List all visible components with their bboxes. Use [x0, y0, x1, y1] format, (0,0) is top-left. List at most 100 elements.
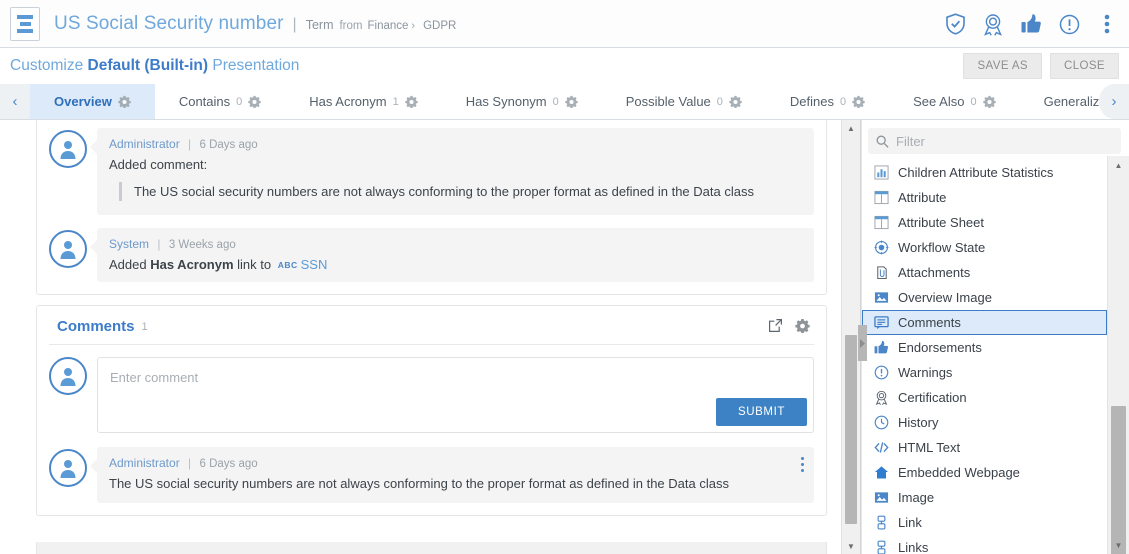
widget-item-workflow-state[interactable]: Workflow State [862, 235, 1107, 260]
title-breadcrumb-group: US Social Security number | Term from Fi… [54, 13, 456, 35]
gear-icon[interactable] [852, 95, 865, 108]
avatar [49, 357, 87, 395]
widget-item-children-attribute-statistics[interactable]: Children Attribute Statistics [862, 160, 1107, 185]
scroll-down-arrow-icon[interactable]: ▼ [842, 538, 860, 554]
panel-collapse-handle[interactable] [858, 325, 867, 361]
tab-label: Contains [179, 94, 230, 109]
tabs-prev-arrow-icon[interactable]: ‹ [0, 84, 30, 119]
widget-list-scrollbar[interactable]: ▲ ▼ [1107, 156, 1129, 554]
save-as-button[interactable]: SAVE AS [963, 53, 1042, 79]
action-relation: Has Acronym [150, 257, 233, 272]
widget-filter-input[interactable]: Filter [868, 128, 1121, 154]
widget-filter-row: Filter [862, 120, 1129, 160]
image-icon [873, 490, 889, 506]
breadcrumb-root[interactable]: Finance [367, 20, 408, 32]
avatar [49, 130, 87, 168]
widget-item-history[interactable]: History [862, 410, 1107, 435]
comment-input[interactable]: Enter comment SUBMIT [97, 357, 814, 433]
tabs-next-arrow-icon[interactable]: › [1099, 84, 1129, 119]
tab-see-also[interactable]: See Also0 [889, 84, 1019, 119]
abc-term-icon: ABC [278, 260, 298, 270]
widget-picker-panel: Filter Children Attribute Statistics Attr… [861, 120, 1129, 554]
asset-type-label: Term [306, 18, 334, 32]
comment-input-placeholder: Enter comment [110, 370, 198, 385]
feed-action-text: Added Has Acronym link to ABCSSN [109, 257, 802, 272]
widget-scroll-up-arrow-icon[interactable]: ▲ [1108, 156, 1129, 174]
widget-item-attribute-sheet[interactable]: Attribute Sheet [862, 210, 1107, 235]
widget-scroll-down-arrow-icon[interactable]: ▼ [1108, 536, 1129, 554]
meta-separator: | [157, 237, 160, 251]
image-icon [873, 290, 889, 306]
feed-entry: System | 3 Weeks ago Added Has Acronym l… [49, 215, 814, 282]
feed-entry-bubble: Administrator | 6 Days ago Added comment… [97, 128, 814, 215]
tab-defines[interactable]: Defines0 [766, 84, 889, 119]
tab-overview[interactable]: Overview [30, 84, 155, 119]
tab-possible-value[interactable]: Possible Value0 [602, 84, 766, 119]
widget-item-attribute[interactable]: Attribute [862, 185, 1107, 210]
widget-item-label: Endorsements [898, 340, 982, 355]
overview-main-pane: Administrator | 6 Days ago Added comment… [0, 120, 841, 554]
widget-scrollbar-thumb[interactable] [1111, 406, 1126, 554]
widget-item-comments[interactable]: Comments [862, 310, 1107, 335]
gear-icon[interactable] [565, 95, 578, 108]
gear-icon[interactable] [983, 95, 996, 108]
tab-label: Defines [790, 94, 834, 109]
tab-label: Overview [54, 94, 112, 109]
widget-item-endorsements[interactable]: Endorsements [862, 335, 1107, 360]
widget-item-label: Links [898, 540, 928, 554]
widget-item-html-text[interactable]: HTML Text [862, 435, 1107, 460]
widget-item-embedded-webpage[interactable]: Embedded Webpage [862, 460, 1107, 485]
widget-item-label: Overview Image [898, 290, 992, 305]
widget-item-link[interactable]: Link [862, 510, 1107, 535]
tab-has-acronym[interactable]: Has Acronym1 [285, 84, 441, 119]
linked-term[interactable]: SSN [301, 257, 328, 272]
comments-card: Comments 1 [36, 305, 827, 516]
widget-item-certification[interactable]: Certification [862, 385, 1107, 410]
widget-item-label: HTML Text [898, 440, 960, 455]
warning-circle-icon[interactable] [1057, 12, 1081, 36]
breadcrumb-leaf[interactable]: GDPR [423, 20, 456, 32]
thumbs-up-icon[interactable] [1019, 12, 1043, 36]
widget-item-attachments[interactable]: Attachments [862, 260, 1107, 285]
close-button[interactable]: CLOSE [1050, 53, 1119, 79]
award-ribbon-icon[interactable] [981, 12, 1005, 36]
avatar [49, 230, 87, 268]
tab-count: 0 [553, 96, 559, 108]
workflow-target-icon [873, 240, 889, 256]
gear-icon[interactable] [405, 95, 418, 108]
meta-separator: | [188, 137, 191, 151]
widget-item-overview-image[interactable]: Overview Image [862, 285, 1107, 310]
widget-item-label: Attribute [898, 190, 946, 205]
gear-icon[interactable] [729, 95, 742, 108]
external-link-icon[interactable] [768, 318, 783, 333]
comment-author[interactable]: Administrator [109, 456, 180, 470]
feed-author[interactable]: System [109, 237, 149, 251]
feed-quoted-comment: The US social security numbers are not a… [119, 182, 802, 201]
tab-has-synonym[interactable]: Has Synonym 0 [442, 84, 602, 119]
widget-item-links[interactable]: Links [862, 535, 1107, 554]
comments-count: 1 [142, 321, 148, 333]
gear-icon[interactable] [795, 318, 810, 333]
submit-button[interactable]: SUBMIT [716, 398, 807, 426]
widget-item-warnings[interactable]: Warnings [862, 360, 1107, 385]
comment-bubble: Administrator | 6 Days ago The US social… [97, 447, 814, 503]
widget-item-label: Certification [898, 390, 967, 405]
widget-item-label: Workflow State [898, 240, 985, 255]
gear-icon[interactable] [248, 95, 261, 108]
tab-label: Has Synonym [466, 94, 547, 109]
more-vertical-icon[interactable] [801, 457, 804, 472]
shield-check-icon[interactable] [943, 12, 967, 36]
feed-author[interactable]: Administrator [109, 137, 180, 151]
meta-separator: | [188, 456, 191, 470]
gear-icon[interactable] [118, 95, 131, 108]
more-vertical-icon[interactable] [1095, 12, 1119, 36]
widget-item-image[interactable]: Image [862, 485, 1107, 510]
scrollbar-thumb[interactable] [845, 335, 857, 524]
action-mid: link to [234, 257, 275, 272]
activity-feed-card: Administrator | 6 Days ago Added comment… [36, 120, 827, 295]
widget-item-label: Children Attribute Statistics [898, 165, 1053, 180]
tab-contains[interactable]: Contains0 [155, 84, 285, 119]
scroll-up-arrow-icon[interactable]: ▲ [842, 120, 860, 136]
comment-icon [873, 315, 889, 331]
header-actions [943, 0, 1119, 48]
